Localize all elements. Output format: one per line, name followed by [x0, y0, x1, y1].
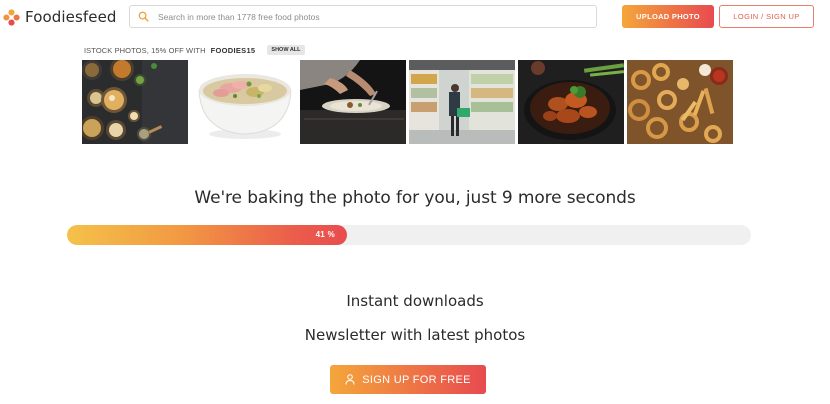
- photo-image: [300, 60, 406, 144]
- photo-pho-bowl[interactable]: [191, 60, 297, 144]
- photo-table-spread[interactable]: [82, 60, 188, 144]
- login-signup-button[interactable]: LOGIN / SIGN UP: [719, 5, 814, 28]
- logo-flower-icon: [3, 8, 20, 26]
- user-icon: [345, 374, 355, 385]
- upload-photo-button[interactable]: UPLOAD PHOTO: [622, 5, 714, 28]
- promo-text: ISTOCK PHOTOS, 15% OFF WITH: [84, 45, 206, 55]
- istock-promo: ISTOCK PHOTOS, 15% OFF WITH FOODIES15 SH…: [84, 44, 305, 56]
- show-all-button[interactable]: SHOW ALL: [267, 45, 305, 55]
- photo-image: [191, 60, 297, 144]
- baking-message: We're baking the photo for you, just 9 m…: [194, 188, 636, 208]
- search-box[interactable]: [129, 5, 597, 28]
- photo-onion-rings[interactable]: [627, 60, 733, 144]
- signup-free-button[interactable]: SIGN UP FOR FREE: [330, 365, 486, 394]
- progress-label: 41 %: [315, 230, 335, 239]
- photo-chef-plating[interactable]: [300, 60, 406, 144]
- promo-code: FOODIES15: [210, 45, 256, 55]
- photo-image: [82, 60, 188, 144]
- signup-label: SIGN UP FOR FREE: [362, 373, 471, 386]
- search-icon: [138, 11, 149, 22]
- photo-supermarket-shopper[interactable]: [409, 60, 515, 144]
- photo-braised-meat[interactable]: [518, 60, 624, 144]
- feature-instant-downloads: Instant downloads: [346, 292, 484, 310]
- search-input[interactable]: [158, 11, 578, 22]
- progress-fill: 41 %: [67, 225, 347, 245]
- progress-bar: 41 %: [67, 225, 751, 245]
- photo-strip: [82, 60, 734, 144]
- photo-image: [409, 60, 515, 144]
- photo-image: [627, 60, 733, 144]
- logo-text: Foodiesfeed: [25, 8, 117, 26]
- logo[interactable]: Foodiesfeed: [3, 7, 117, 27]
- header: Foodiesfeed UPLOAD PHOTO LOGIN / SIGN UP: [0, 0, 830, 34]
- feature-newsletter: Newsletter with latest photos: [304, 326, 526, 344]
- photo-image: [518, 60, 624, 144]
